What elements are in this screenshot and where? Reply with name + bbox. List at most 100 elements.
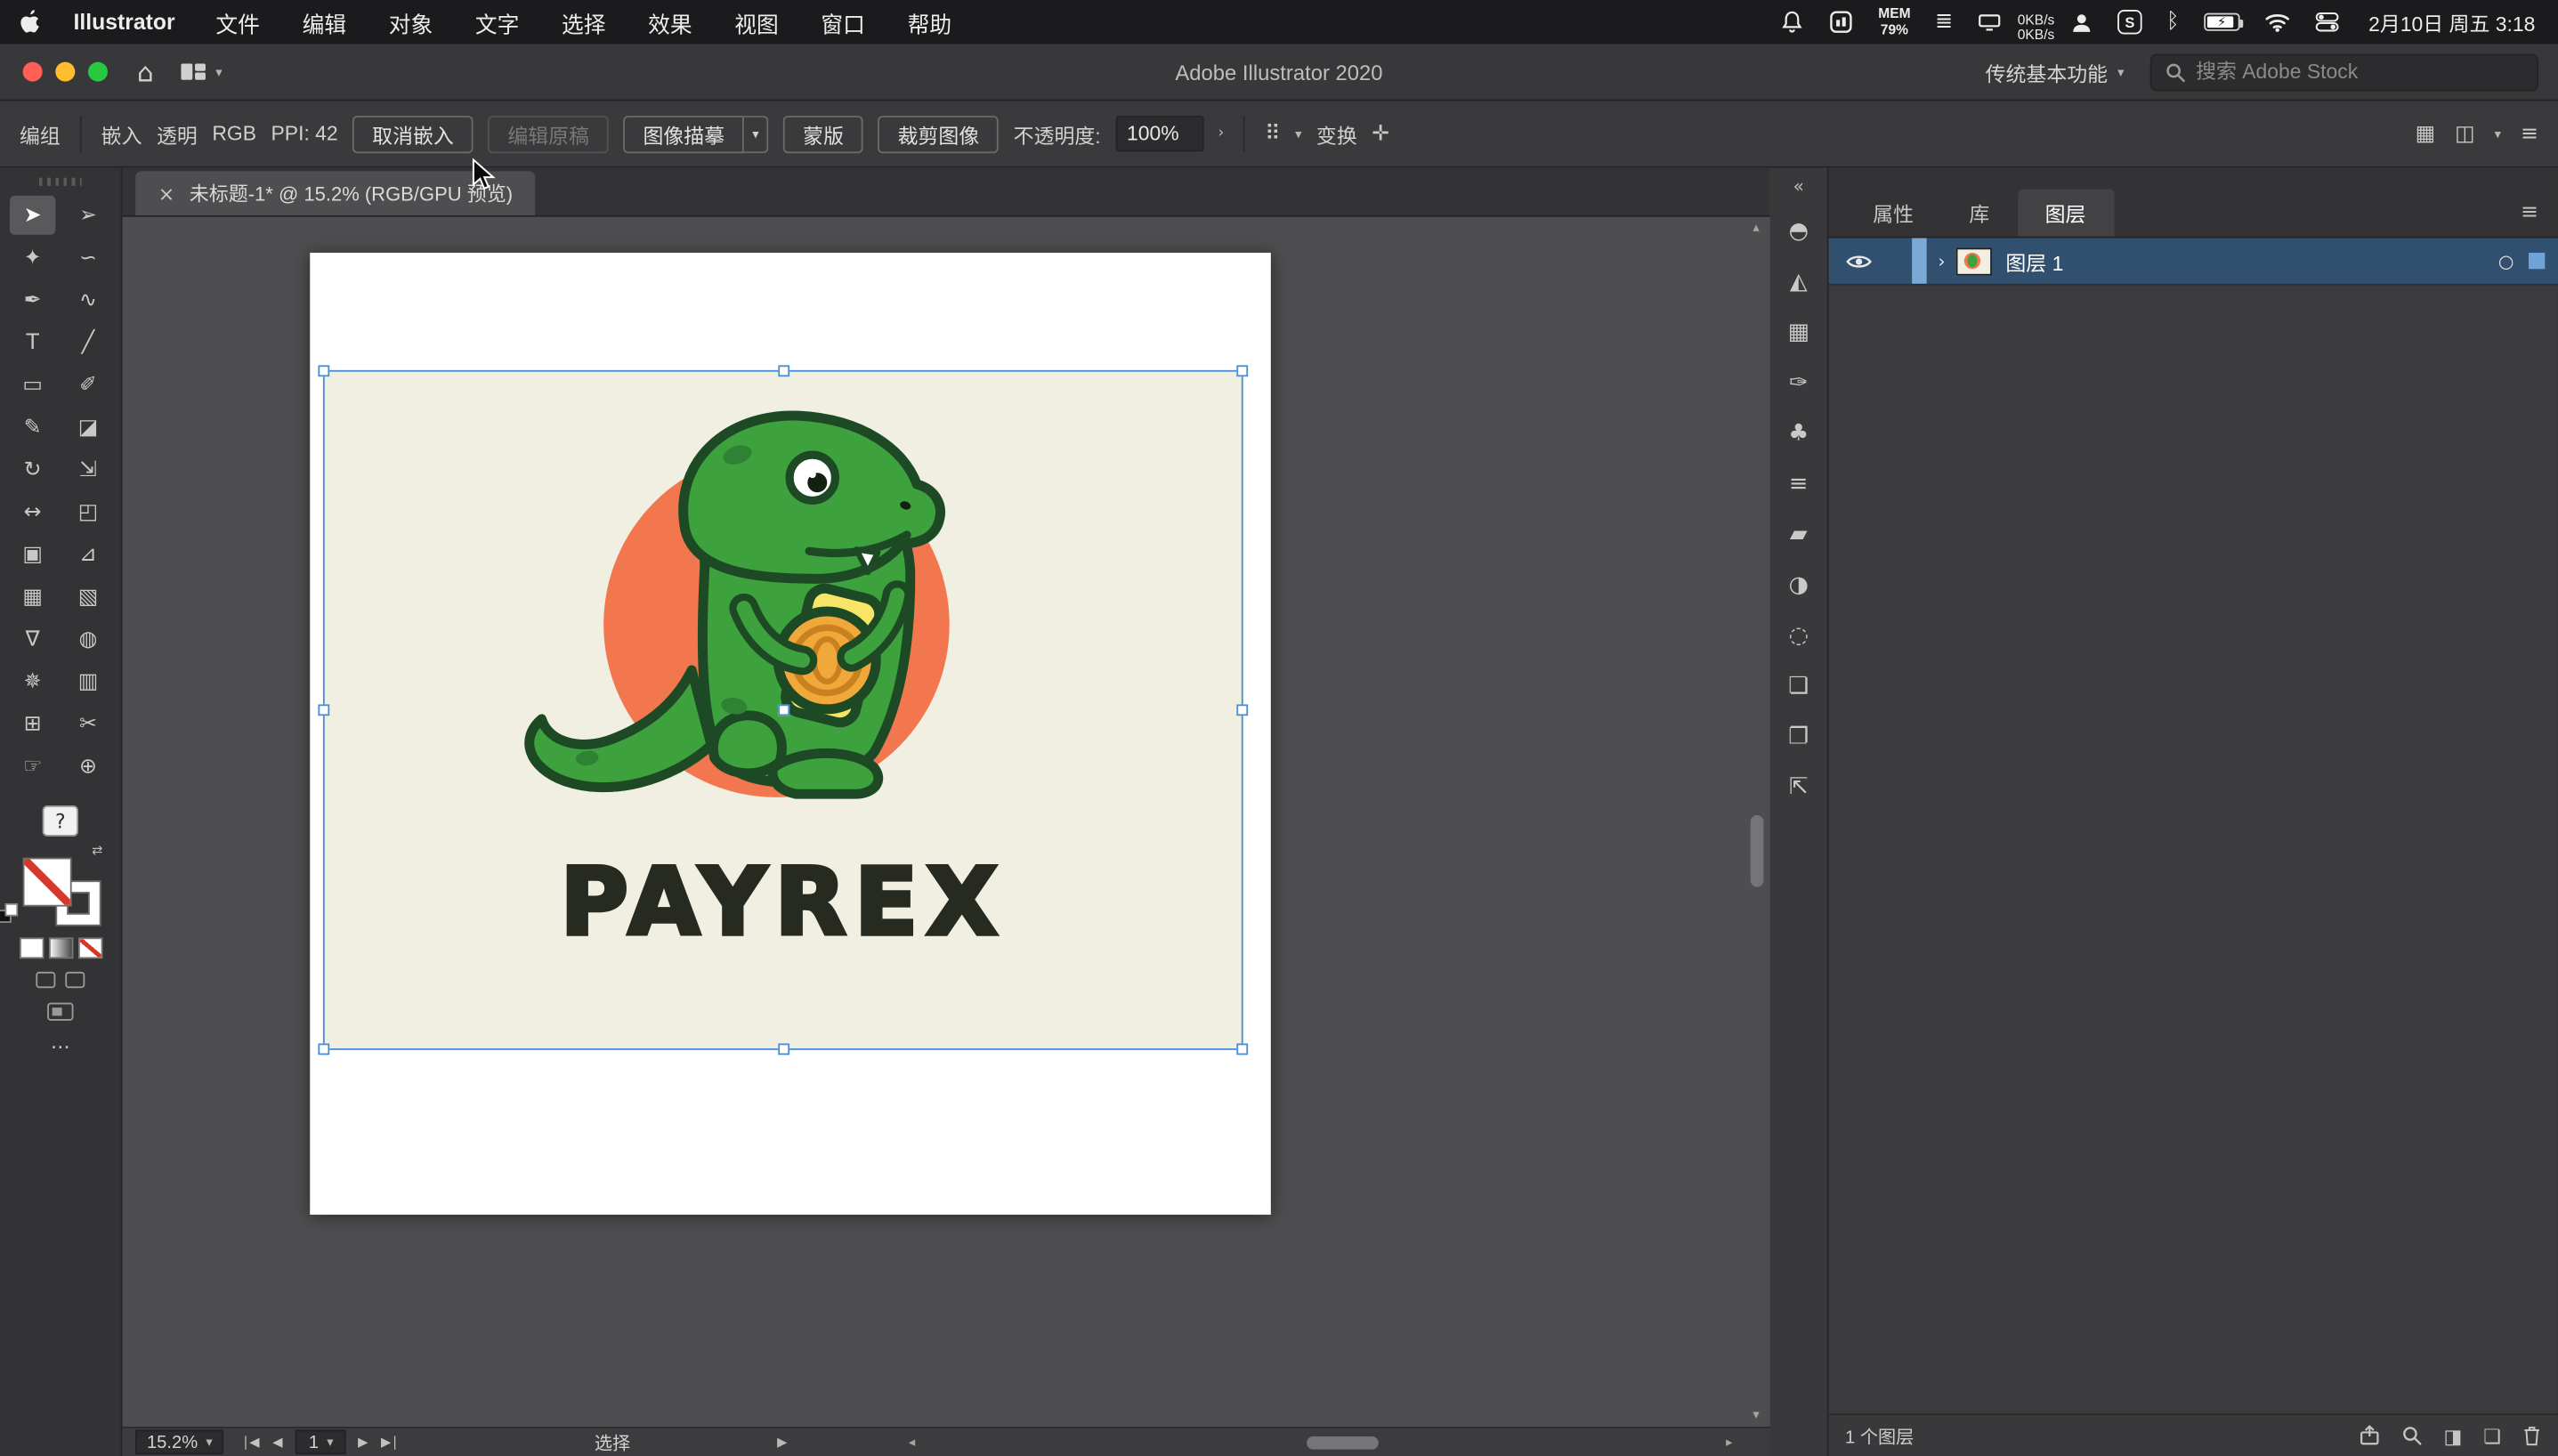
zoom-window-button[interactable] xyxy=(87,61,108,82)
color-button[interactable] xyxy=(20,939,42,958)
pen-tool[interactable]: ✒ xyxy=(10,280,55,320)
graphic-styles-panel-icon[interactable]: ◌ xyxy=(1778,616,1819,655)
layer-target-icon[interactable]: ○ xyxy=(2498,250,2514,271)
home-icon[interactable]: ⌂ xyxy=(137,56,154,87)
status-flyout-arrow[interactable]: ▶ xyxy=(777,1435,787,1449)
horizontal-scroll-track[interactable] xyxy=(919,1431,1723,1454)
default-fill-stroke-icon[interactable] xyxy=(0,904,18,923)
crop-image-button[interactable]: 裁剪图像 xyxy=(878,115,1000,153)
selection-handle[interactable] xyxy=(318,365,330,377)
selection-tool[interactable]: ➤ xyxy=(9,195,56,235)
selection-handle[interactable] xyxy=(318,1043,330,1056)
layer-visibility-toggle[interactable] xyxy=(1841,252,1876,270)
scale-tool[interactable]: ⇲ xyxy=(65,450,110,489)
opacity-value-field[interactable]: 100% xyxy=(1115,116,1204,152)
screen-mode-button[interactable] xyxy=(47,1002,74,1021)
pencil-tool[interactable]: ✎ xyxy=(10,408,55,447)
artboard-tool[interactable]: ⊞ xyxy=(10,704,55,743)
image-trace-dropdown[interactable]: ▾ xyxy=(744,115,769,153)
next-artboard-button[interactable]: ▶ xyxy=(358,1435,369,1449)
scroll-up-arrow[interactable]: ▴ xyxy=(1753,220,1759,236)
vertical-scroll-thumb[interactable] xyxy=(1749,815,1763,887)
delete-layer-icon[interactable] xyxy=(2522,1425,2542,1446)
scroll-down-arrow[interactable]: ▾ xyxy=(1753,1407,1759,1423)
spotify-icon[interactable]: S xyxy=(2117,9,2142,35)
help-menu[interactable]: 帮助 xyxy=(908,5,951,38)
line-segment-tool[interactable]: ╱ xyxy=(65,323,110,362)
selection-handle[interactable] xyxy=(1236,704,1249,716)
wifi-icon[interactable] xyxy=(2264,12,2290,33)
lasso-tool[interactable]: ∽ xyxy=(65,238,110,277)
eyedropper-tool[interactable]: ∇ xyxy=(10,619,55,659)
battery-icon[interactable]: ⚡ xyxy=(2203,12,2244,31)
artboard-number-field[interactable]: 1 ▾ xyxy=(295,1429,347,1455)
layer-selected-indicator[interactable] xyxy=(2528,252,2546,270)
gradient-tool[interactable]: ▧ xyxy=(65,578,110,617)
unembed-button[interactable]: 取消嵌入 xyxy=(352,115,474,153)
canvas[interactable]: PAYREX ▴ ▾ xyxy=(122,217,1769,1427)
draw-normal-icon[interactable] xyxy=(36,971,56,989)
selection-handle[interactable] xyxy=(1236,365,1249,377)
layer-name[interactable]: 图层 1 xyxy=(2005,246,2063,277)
opacity-options-button[interactable]: › xyxy=(1218,125,1225,142)
horizontal-scrollbar[interactable]: ◂ ▸ xyxy=(909,1431,1733,1454)
stroke-panel-icon[interactable]: ≡ xyxy=(1778,465,1819,504)
selection-center-handle[interactable] xyxy=(777,704,789,716)
layers-tab[interactable]: 图层 xyxy=(2017,189,2114,237)
bluetooth-icon[interactable]: ᛒ xyxy=(2166,10,2179,34)
edit-menu[interactable]: 编辑 xyxy=(303,5,346,38)
width-tool[interactable]: ↔ xyxy=(10,492,55,531)
close-document-icon[interactable]: × xyxy=(158,182,174,205)
swap-fill-stroke-icon[interactable]: ⇄ xyxy=(92,843,102,857)
panel-toggle-dropdown[interactable]: ▾ xyxy=(2495,126,2501,141)
slice-tool[interactable]: ✂ xyxy=(65,704,110,743)
arrange-documents-icon[interactable]: ▦ xyxy=(2416,121,2436,145)
last-artboard-button[interactable]: ▶| xyxy=(381,1435,399,1449)
perspective-grid-tool[interactable]: ⊿ xyxy=(65,535,110,574)
object-menu[interactable]: 对象 xyxy=(389,5,433,38)
selection-handle[interactable] xyxy=(1236,1043,1249,1056)
workspace-switcher[interactable]: 传统基本功能 ▾ xyxy=(1986,56,2125,87)
selection-handle[interactable] xyxy=(777,365,789,377)
toolbar-grip[interactable] xyxy=(38,177,82,186)
zoom-level-control[interactable]: 15.2% ▾ xyxy=(135,1429,224,1455)
reference-point-icon[interactable]: ⠿ xyxy=(1265,121,1280,145)
curvature-tool[interactable]: ∿ xyxy=(65,280,110,320)
collect-for-export-icon[interactable] xyxy=(2359,1425,2380,1446)
rotate-tool[interactable]: ↻ xyxy=(10,450,55,489)
hand-tool[interactable]: ☞ xyxy=(10,747,55,786)
user-account-icon[interactable] xyxy=(2070,11,2093,34)
expand-panels-icon[interactable]: « xyxy=(1793,176,1804,198)
layer-thumbnail[interactable] xyxy=(1956,247,1993,275)
image-trace-button[interactable]: 图像描摹 xyxy=(623,115,745,153)
scroll-left-arrow[interactable]: ◂ xyxy=(909,1435,915,1451)
selection-handle[interactable] xyxy=(318,704,330,716)
mesh-tool[interactable]: ▦ xyxy=(10,578,55,617)
select-menu[interactable]: 选择 xyxy=(562,5,605,38)
direct-selection-tool[interactable]: ➢ xyxy=(65,196,110,235)
control-center-icon[interactable] xyxy=(2315,12,2339,33)
selection-handle[interactable] xyxy=(777,1043,789,1056)
asset-export-panel-icon[interactable]: ⇱ xyxy=(1778,768,1819,807)
rectangle-tool[interactable]: ▭ xyxy=(10,365,55,404)
network-status[interactable]: 0KB/s 0KB/s xyxy=(2018,11,2055,42)
none-button[interactable] xyxy=(78,939,101,958)
panel-toggle-icon[interactable]: ◫ xyxy=(2455,121,2475,145)
fill-stroke-control[interactable]: ⇄ xyxy=(0,843,102,925)
color-panel-icon[interactable]: ◓ xyxy=(1778,212,1819,251)
column-graph-tool[interactable]: ▥ xyxy=(65,662,110,701)
locate-object-icon[interactable] xyxy=(2401,1425,2423,1446)
transparency-panel-icon[interactable]: ◑ xyxy=(1778,566,1819,605)
make-clip-mask-icon[interactable]: ◨ xyxy=(2443,1424,2462,1447)
eraser-tool[interactable]: ◪ xyxy=(65,408,110,447)
free-transform-tool[interactable]: ◰ xyxy=(65,492,110,531)
hardware-status-icon[interactable] xyxy=(1978,12,2002,33)
new-layer-icon[interactable]: ❏ xyxy=(2483,1424,2501,1447)
gradient-button[interactable] xyxy=(49,939,71,958)
panel-menu-icon[interactable]: ≡ xyxy=(2521,200,2538,224)
magic-wand-tool[interactable]: ✦ xyxy=(10,238,55,277)
minimize-window-button[interactable] xyxy=(55,61,76,82)
transform-link[interactable]: 变换 xyxy=(1316,118,1357,150)
draw-behind-icon[interactable] xyxy=(65,971,85,989)
window-menu[interactable]: 窗口 xyxy=(821,5,864,38)
